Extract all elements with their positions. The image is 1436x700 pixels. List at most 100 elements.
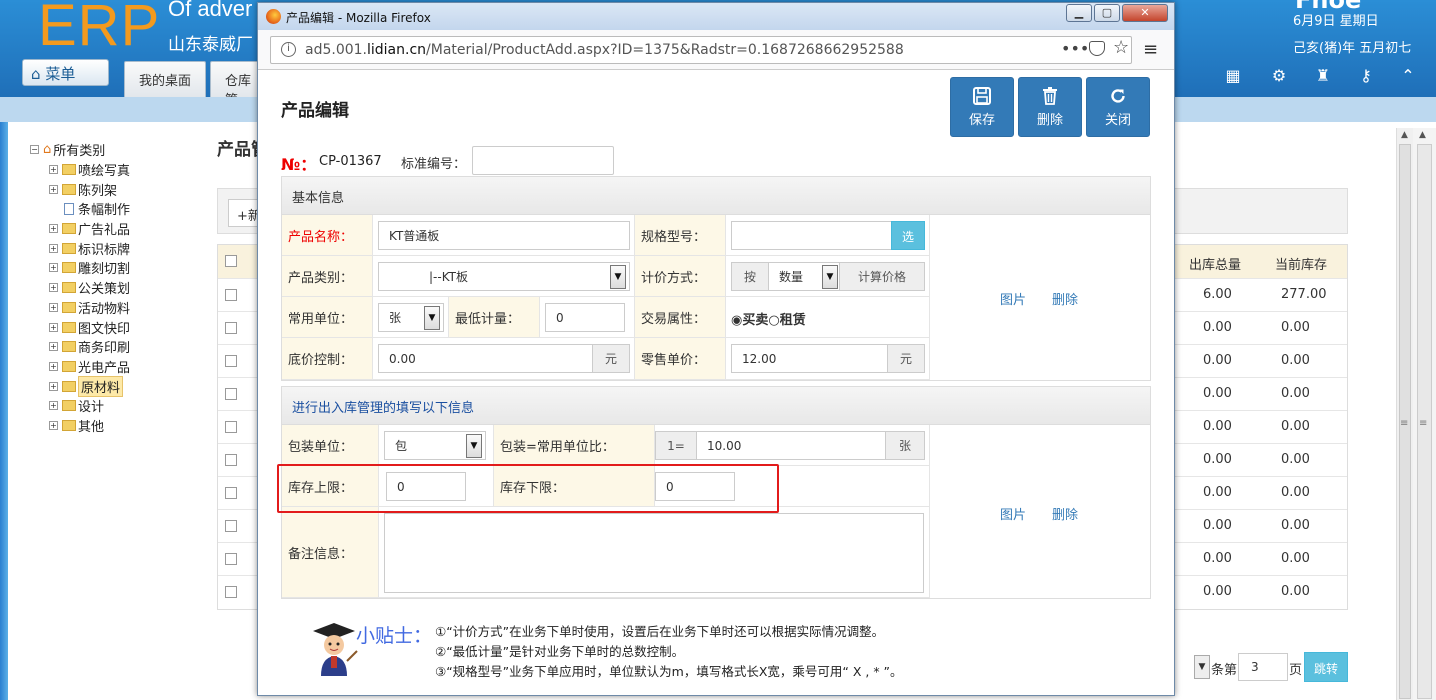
tree-item[interactable]: + 光电产品 [30,357,190,377]
out-total-cell: 0.00 [1203,551,1232,566]
hamburger-menu-icon[interactable]: ≡ [1143,39,1158,60]
info-icon[interactable]: i [281,42,296,57]
pack-unit-cell: 包 ▼ [379,425,494,466]
tree-item-selected[interactable]: + 原材料 [30,375,190,397]
document-icon [64,202,74,215]
bookmark-star-icon[interactable]: ☆ [1113,37,1129,58]
image-link[interactable]: 图片 [1000,504,1026,523]
grid-icon[interactable]: ▦ [1222,66,1244,88]
window-title: 产品编辑 - Mozilla Firefox [286,11,431,25]
delete-image-link[interactable]: 删除 [1052,289,1078,308]
row-checkbox[interactable] [225,355,237,367]
tree-item-root[interactable]: − ⌂ 所有类别 [30,140,190,160]
tree-item[interactable]: + 活动物料 [30,298,190,318]
chevron-up-icon[interactable]: ⌃ [1397,66,1419,88]
radio-buy-label: 买卖 [742,313,769,328]
menu-button[interactable]: ⌂ 菜单 [22,59,109,86]
pager-label: 条第 [1211,663,1238,678]
product-name-input[interactable]: KT普通板 [378,221,630,250]
row-checkbox[interactable] [225,322,237,334]
delete-image-link[interactable]: 删除 [1052,504,1078,523]
date-text: 6月9日 星期日 [1293,14,1379,29]
highlight-box [277,464,779,513]
page-number-input[interactable]: 3 [1238,653,1288,681]
radio-buy[interactable]: ◉ [731,313,742,328]
row-checkbox[interactable] [225,289,237,301]
pocket-icon[interactable] [1089,41,1105,56]
chevron-down-icon[interactable]: ▼ [424,306,440,330]
tree-item[interactable]: + 广告礼品 [30,219,190,239]
page-size-dropdown[interactable]: ▼ [1194,655,1210,679]
calculate-price-button[interactable]: 计算价格 [839,262,925,291]
page-actions-icon[interactable]: ••• [1061,39,1089,58]
shirt-icon[interactable]: ♜ [1312,66,1334,88]
pack-ratio-unit: 张 [885,431,925,460]
key-icon[interactable]: ⚷ [1355,66,1377,88]
out-total-cell: 0.00 [1203,485,1232,500]
firefox-popup-window: 产品编辑 - Mozilla Firefox ▁ ▢ ✕ i ad5.001.l… [257,2,1175,696]
image-link[interactable]: 图片 [1000,289,1026,308]
row-checkbox[interactable] [225,553,237,565]
minimize-button[interactable]: ▁ [1066,4,1092,22]
pack-ratio-cell: 1= 10.00 张 [655,425,930,466]
floor-price-input[interactable]: 0.00 [378,344,593,373]
row-checkbox[interactable] [225,487,237,499]
window-close-button[interactable]: ✕ [1122,4,1168,22]
retail-price-input[interactable]: 12.00 [731,344,888,373]
tree-item[interactable]: + 标识标牌 [30,238,190,258]
tab-warehouse[interactable]: 仓库管 [210,61,260,97]
standard-number-input[interactable] [472,146,614,175]
row-checkbox[interactable] [225,520,237,532]
jump-button[interactable]: 跳转 [1304,652,1348,682]
tree-label: 商务印刷 [78,341,131,357]
note-cell [379,507,930,598]
spec-input[interactable] [731,221,892,250]
category-select[interactable]: |--KT板 [378,262,630,291]
maximize-button[interactable]: ▢ [1094,4,1120,22]
tree-item[interactable]: + 雕刻切割 [30,258,190,278]
chevron-down-icon[interactable]: ▼ [610,265,626,289]
chevron-down-icon[interactable]: ▼ [822,265,838,289]
row-checkbox[interactable] [225,454,237,466]
gear-icon[interactable]: ⚙ [1268,66,1290,88]
close-label: 关闭 [1104,113,1131,128]
tree-item[interactable]: + 其他 [30,416,190,436]
stock-info-header: 进行出入库管理的填写以下信息 [282,387,1150,425]
tree-item[interactable]: + 陈列架 [30,179,190,199]
url-bar[interactable]: i ad5.001.lidian.cn/Material/ProductAdd.… [270,36,1132,64]
unit-cell: 张 ▼ [373,297,449,338]
spec-select-button[interactable]: 选 [891,221,925,250]
min-quantity-input[interactable]: 0 [545,303,625,332]
current-stock-cell: 0.00 [1281,419,1310,434]
chevron-down-icon[interactable]: ▼ [466,434,482,458]
folder-icon [62,164,76,176]
tree-item[interactable]: + 商务印刷 [30,337,190,357]
row-checkbox[interactable] [225,388,237,400]
delete-button[interactable]: 删除 [1018,77,1082,137]
tree-item[interactable]: + 公关策划 [30,278,190,298]
row-checkbox[interactable] [225,586,237,598]
product-edit-page: 产品编辑 保存 删除 关闭 №： CP-01367 标准编号： 基本信息 产品名… [259,71,1173,695]
outer-scrollbar[interactable]: ▲ ≡ [1413,128,1436,700]
row-checkbox[interactable] [225,421,237,433]
tree-item[interactable]: 条幅制作 [30,199,190,219]
window-titlebar[interactable]: 产品编辑 - Mozilla Firefox ▁ ▢ ✕ [258,3,1174,30]
tree-label: 设计 [78,400,105,416]
note-textarea[interactable] [384,513,924,593]
tree-item[interactable]: + 喷绘写真 [30,160,190,180]
folder-icon [62,380,76,392]
vertical-scrollbar[interactable]: ▲ ≡ [1396,128,1413,700]
select-all-checkbox[interactable] [225,255,237,267]
tab-my-desktop[interactable]: 我的桌面 [124,61,206,97]
tree-item[interactable]: + 图文快印 [30,317,190,337]
category-tree: − ⌂ 所有类别 + 喷绘写真 + 陈列架 条幅制作 + 广告礼品 + 标识标牌 + 雕刻切割… [30,140,190,435]
folder-icon [62,242,76,254]
radio-rent[interactable]: ○ [768,313,779,328]
current-stock-cell: 0.00 [1281,353,1310,368]
pack-ratio-input[interactable]: 10.00 [696,431,886,460]
retail-price-label: 零售单价： [635,338,726,380]
unit-label: 常用单位： [282,297,373,338]
save-button[interactable]: 保存 [950,77,1014,137]
close-button[interactable]: 关闭 [1086,77,1150,137]
tree-item[interactable]: + 设计 [30,396,190,416]
